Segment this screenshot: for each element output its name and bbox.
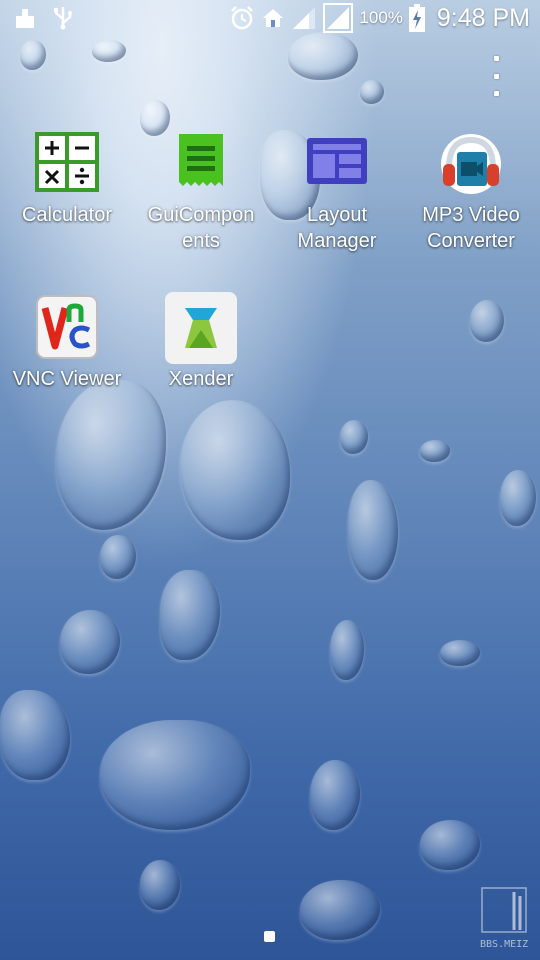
vnc-viewer-icon <box>31 292 103 364</box>
page-indicator-dot <box>264 931 275 942</box>
app-label: MP3 Video Converter <box>422 204 520 252</box>
calculator-icon <box>31 128 103 200</box>
battery-percent: 100% <box>359 8 403 27</box>
gui-components-icon <box>165 128 237 200</box>
app-xender[interactable]: Xender <box>134 292 268 392</box>
signal-icon-2 <box>323 3 354 33</box>
cleaner-icon <box>14 7 36 29</box>
layout-manager-icon <box>301 128 373 200</box>
signal-icon <box>291 5 317 31</box>
app-label: Xender <box>168 368 234 390</box>
alarm-icon <box>229 5 255 31</box>
app-label: GuiCompon ents <box>147 204 255 252</box>
xender-icon <box>165 292 237 364</box>
battery-charging-icon <box>408 4 425 32</box>
status-bar: 100% 9:48 PM <box>0 0 540 38</box>
usb-icon <box>52 6 74 30</box>
watermark: BBS.MEIZ <box>480 886 540 956</box>
more-vert-icon[interactable] <box>488 56 504 96</box>
home-icon <box>261 6 285 30</box>
app-label: Layout Manager <box>297 204 377 252</box>
app-mp3-video-converter[interactable]: MP3 Video Converter <box>404 128 538 254</box>
clock: 9:48 PM <box>436 3 530 32</box>
mp3-video-converter-icon <box>435 128 507 200</box>
app-label: VNC Viewer <box>12 368 122 390</box>
app-layout-manager[interactable]: Layout Manager <box>270 128 404 254</box>
app-vnc-viewer[interactable]: VNC Viewer <box>0 292 134 392</box>
app-label: Calculator <box>21 204 113 226</box>
app-guicomponents[interactable]: GuiCompon ents <box>134 128 268 254</box>
app-calculator[interactable]: Calculator <box>0 128 134 228</box>
